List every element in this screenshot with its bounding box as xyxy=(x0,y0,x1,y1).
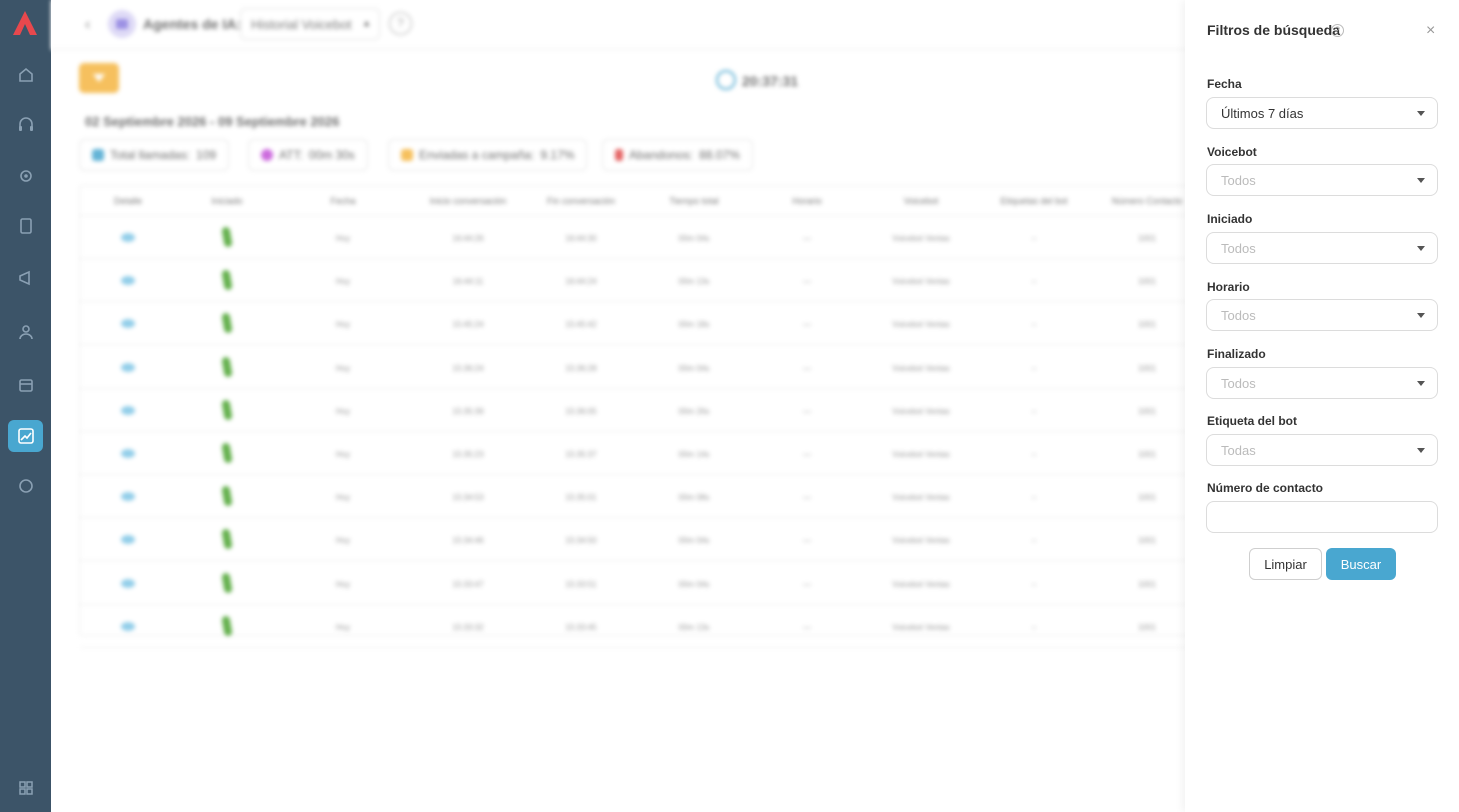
home-icon xyxy=(18,67,33,82)
chart-icon xyxy=(17,428,34,444)
field-label-contact-number: Número de contacto xyxy=(1207,481,1324,495)
sidebar-item-settings[interactable] xyxy=(8,160,43,192)
field-label-fecha: Fecha xyxy=(1207,77,1242,91)
sidebar-item-campaigns[interactable] xyxy=(8,262,43,294)
select-placeholder: Todas xyxy=(1221,443,1256,458)
settings-icon xyxy=(19,170,32,182)
finished-select[interactable]: Todos xyxy=(1206,367,1438,399)
voicebot-select[interactable]: Todos xyxy=(1206,164,1438,196)
field-label-horario: Horario xyxy=(1207,280,1250,294)
apps-icon xyxy=(18,781,33,795)
field-label-iniciado: Iniciado xyxy=(1207,212,1253,226)
help-icon[interactable]: ? xyxy=(1331,24,1344,37)
sidebar xyxy=(0,0,51,812)
schedule-select[interactable]: Todos xyxy=(1206,299,1438,331)
calendar-icon xyxy=(18,379,33,392)
select-placeholder: Todos xyxy=(1221,241,1256,256)
modal-backdrop[interactable] xyxy=(51,0,1185,812)
sidebar-item-calendar[interactable] xyxy=(8,369,43,401)
field-label-voicebot: Voicebot xyxy=(1207,145,1257,159)
panel-title: Filtros de búsqueda xyxy=(1207,22,1341,38)
chevron-down-icon xyxy=(1417,111,1425,116)
sidebar-item-integrations[interactable] xyxy=(8,470,43,502)
megaphone-icon xyxy=(18,270,30,286)
bot-tag-select[interactable]: Todas xyxy=(1206,434,1438,466)
chevron-down-icon xyxy=(1417,246,1425,251)
select-placeholder: Todos xyxy=(1221,376,1256,391)
sidebar-item-reports[interactable] xyxy=(8,420,43,452)
logo-icon[interactable] xyxy=(11,9,39,37)
sidebar-item-home[interactable] xyxy=(8,59,43,91)
close-icon[interactable]: × xyxy=(1426,22,1435,40)
select-placeholder: Todos xyxy=(1221,308,1256,323)
sidebar-item-apps[interactable] xyxy=(8,772,43,804)
select-placeholder: Todos xyxy=(1221,173,1256,188)
chevron-down-icon xyxy=(1417,381,1425,386)
date-select-value: Últimos 7 días xyxy=(1221,106,1304,121)
field-label-etiqueta: Etiqueta del bot xyxy=(1207,414,1297,428)
filters-panel: Filtros de búsqueda ? × Fecha Últimos 7 … xyxy=(1185,0,1459,812)
clear-button[interactable]: Limpiar xyxy=(1249,548,1322,580)
chevron-down-icon xyxy=(1417,448,1425,453)
headset-icon xyxy=(18,117,33,131)
document-icon xyxy=(19,218,32,234)
sidebar-item-documents[interactable] xyxy=(8,210,43,242)
search-button[interactable]: Buscar xyxy=(1326,548,1396,580)
sidebar-item-contact-center[interactable] xyxy=(8,109,43,141)
contact-number-input[interactable] xyxy=(1206,501,1438,533)
sidebar-item-contacts[interactable] xyxy=(8,316,43,348)
chevron-down-icon xyxy=(1417,313,1425,318)
initiated-select[interactable]: Todos xyxy=(1206,232,1438,264)
chevron-down-icon xyxy=(1417,178,1425,183)
user-icon xyxy=(18,325,33,340)
field-label-finalizado: Finalizado xyxy=(1207,347,1266,361)
date-select[interactable]: Últimos 7 días xyxy=(1206,97,1438,129)
integration-icon xyxy=(18,479,33,493)
